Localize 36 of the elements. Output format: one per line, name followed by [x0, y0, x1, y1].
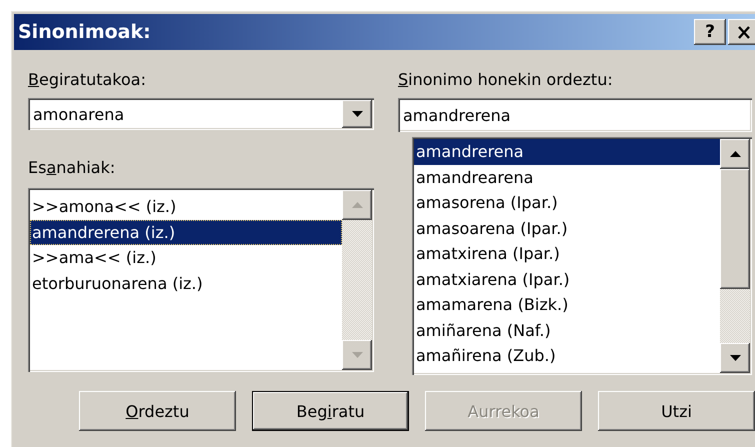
list-item[interactable]: amamarena (Bizk.) [414, 292, 720, 318]
looked-up-combo[interactable]: amonarena [28, 98, 374, 130]
up-arrow-icon [352, 202, 362, 208]
list-item[interactable]: amandrearena [414, 164, 720, 190]
list-item[interactable]: amatxirena (Ipar.) [414, 241, 720, 266]
list-item[interactable]: >>amona<< (iz.) [30, 194, 342, 220]
dialog-button[interactable]: Begiratu [252, 391, 409, 431]
scroll-up-button[interactable] [342, 190, 372, 220]
list-item[interactable]: amasoarena (Ipar.) [414, 216, 720, 241]
close-button[interactable] [728, 19, 755, 45]
dropdown-button[interactable] [342, 100, 372, 128]
list-item[interactable]: amatxiarena (Ipar.) [414, 266, 720, 292]
field-label: Begiratutakoa: [28, 70, 147, 90]
list-label: Esanahiak: [28, 158, 116, 178]
list-item[interactable]: amañirena (Zub.) [414, 343, 720, 368]
help-button[interactable]: ? [694, 19, 726, 45]
list-item[interactable]: >>ama<< (iz.) [30, 245, 342, 270]
list-item[interactable]: amandrerena [414, 139, 720, 164]
dialog-button[interactable]: Ordeztu [79, 391, 236, 431]
close-icon [737, 26, 751, 38]
scroll-up-button[interactable] [720, 139, 750, 169]
list-item[interactable]: amasorena (Ipar.) [414, 190, 720, 216]
window-title: Sinonimoak: [18, 21, 151, 43]
list-item[interactable]: amiñarena (Naf.) [414, 318, 720, 343]
field-label: Sinonimo honekin ordeztu: [398, 70, 614, 90]
scroll-down-button[interactable] [342, 340, 372, 370]
down-arrow-icon [352, 352, 362, 358]
list-item[interactable]: etorburuonarena (iz.) [30, 270, 342, 296]
synonym-field[interactable]: amandrerena [398, 98, 752, 132]
caret-icon [352, 111, 362, 117]
list-item[interactable]: amandrerena (iz.) [30, 220, 342, 245]
scroll-down-button[interactable] [720, 343, 750, 373]
scroll-thumb[interactable] [720, 169, 750, 289]
down-arrow-icon [730, 355, 740, 361]
dialog-button[interactable]: Utzi [598, 391, 755, 431]
up-arrow-icon [730, 151, 740, 157]
